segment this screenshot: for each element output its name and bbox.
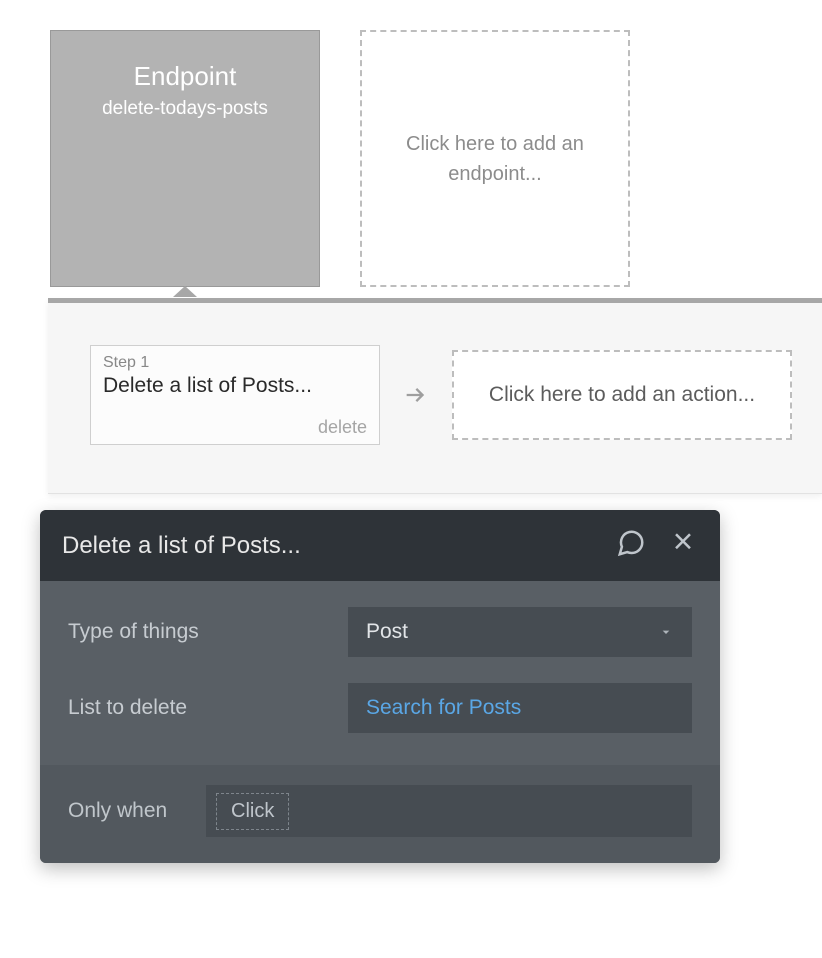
add-endpoint-placeholder: Click here to add an endpoint... <box>392 129 598 189</box>
list-to-delete-value: Search for Posts <box>366 696 521 720</box>
step-title: Delete a list of Posts... <box>103 374 367 398</box>
panel-header: Delete a list of Posts... <box>40 510 720 581</box>
endpoint-card-name: delete-todays-posts <box>102 98 268 120</box>
list-to-delete-label: List to delete <box>68 696 348 720</box>
step-card[interactable]: Step 1 Delete a list of Posts... delete <box>90 345 380 445</box>
arrow-right-icon <box>402 381 430 409</box>
type-of-things-select[interactable]: Post <box>348 607 692 657</box>
endpoint-card[interactable]: Endpoint delete-todays-posts <box>50 30 320 287</box>
type-of-things-label: Type of things <box>68 620 348 644</box>
step-type-label: delete <box>318 417 367 438</box>
comment-icon[interactable] <box>616 528 646 563</box>
panel-body: Type of things Post List to delete Searc… <box>40 581 720 765</box>
panel-footer: Only when Click <box>40 765 720 863</box>
list-to-delete-input[interactable]: Search for Posts <box>348 683 692 733</box>
add-action-card[interactable]: Click here to add an action... <box>452 350 792 440</box>
only-when-click-chip[interactable]: Click <box>216 793 289 830</box>
close-icon[interactable] <box>668 528 698 563</box>
workflow-strip: Step 1 Delete a list of Posts... delete … <box>48 298 822 494</box>
action-property-panel: Delete a list of Posts... Type of things… <box>40 510 720 863</box>
add-action-placeholder: Click here to add an action... <box>489 383 755 407</box>
only-when-condition-input[interactable]: Click <box>206 785 692 837</box>
caret-down-icon <box>658 624 674 640</box>
panel-title: Delete a list of Posts... <box>62 532 301 560</box>
endpoint-card-title: Endpoint <box>134 61 237 92</box>
step-number-label: Step 1 <box>103 354 367 372</box>
add-endpoint-card[interactable]: Click here to add an endpoint... <box>360 30 630 287</box>
only-when-label: Only when <box>68 799 206 823</box>
type-of-things-value: Post <box>366 620 408 644</box>
